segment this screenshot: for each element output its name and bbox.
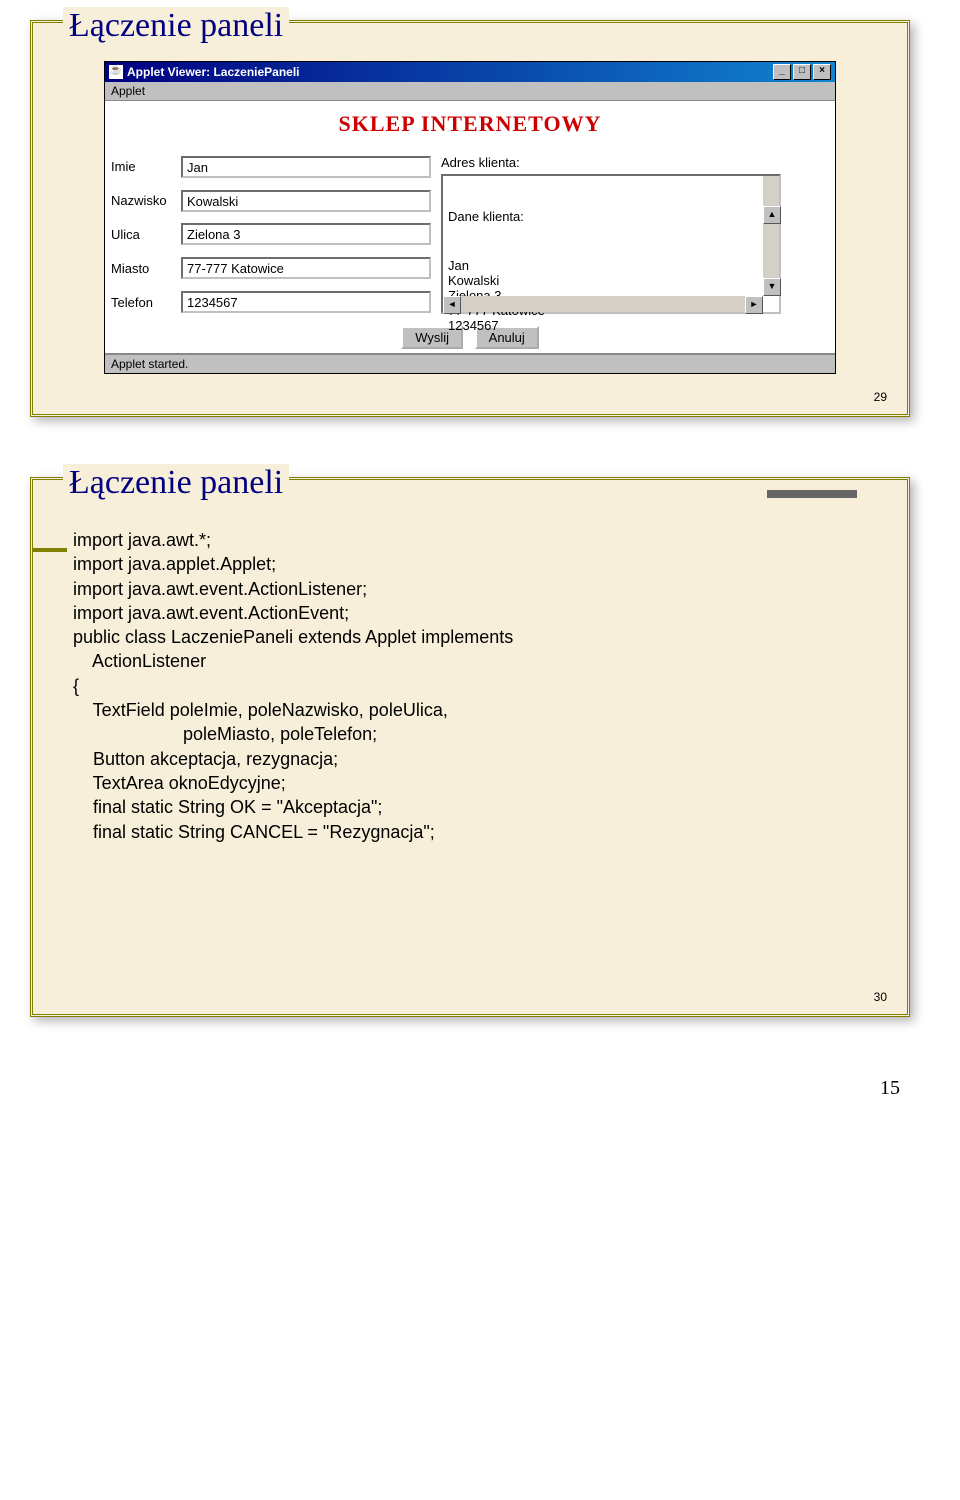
label-imie: Imie: [111, 159, 181, 174]
form-right: Adres klienta: Dane klienta: Jan Kowalsk…: [441, 155, 829, 314]
field-nazwisko[interactable]: Kowalski: [181, 190, 431, 212]
minimize-button[interactable]: _: [773, 64, 791, 80]
scroll-down-icon[interactable]: ▼: [763, 278, 781, 296]
code-block: import java.awt.*; import java.applet.Ap…: [73, 528, 877, 844]
field-imie[interactable]: Jan: [181, 156, 431, 178]
scroll-left-icon[interactable]: ◄: [443, 296, 461, 314]
close-button[interactable]: ×: [813, 64, 831, 80]
slide-2-title: Łączenie paneli: [63, 464, 289, 501]
field-ulica[interactable]: Zielona 3: [181, 223, 431, 245]
field-miasto[interactable]: 77-777 Katowice: [181, 257, 431, 279]
applet-viewer-window: ☕ Applet Viewer: LaczeniePaneli _ □ × Ap…: [104, 61, 836, 374]
label-telefon: Telefon: [111, 295, 181, 310]
scroll-up-icon[interactable]: ▲: [763, 206, 781, 224]
window-titlebar: ☕ Applet Viewer: LaczeniePaneli _ □ ×: [105, 62, 835, 82]
slide-1-title: Łączenie paneli: [63, 7, 289, 44]
maximize-button[interactable]: □: [793, 64, 811, 80]
shop-title: SKLEP INTERNETOWY: [111, 111, 829, 137]
menubar: Applet: [105, 82, 835, 101]
scrollbar-vertical[interactable]: ▲ ▼: [763, 176, 779, 296]
slide-2: Łączenie paneli import java.awt.*; impor…: [30, 477, 910, 1017]
window-title-text: Applet Viewer: LaczeniePaneli: [127, 65, 300, 79]
slide-1-number: 29: [874, 390, 887, 404]
slide-1: Łączenie paneli ☕ Applet Viewer: Laczeni…: [30, 20, 910, 417]
label-nazwisko: Nazwisko: [111, 193, 181, 208]
form-left: Imie Jan Nazwisko Kowalski Ulica Zielona…: [111, 155, 431, 314]
scrollbar-horizontal[interactable]: ◄ ►: [443, 296, 763, 312]
left-marker: [33, 548, 67, 552]
menu-applet[interactable]: Applet: [111, 84, 145, 98]
label-ulica: Ulica: [111, 227, 181, 242]
page-number: 15: [30, 1077, 930, 1100]
field-telefon[interactable]: 1234567: [181, 291, 431, 313]
scroll-right-icon[interactable]: ►: [745, 296, 763, 314]
dane-klienta-textarea[interactable]: Dane klienta: Jan Kowalski Zielona 3 77-…: [441, 174, 781, 314]
label-miasto: Miasto: [111, 261, 181, 276]
label-adres-klienta: Adres klienta:: [441, 155, 520, 170]
java-icon: ☕: [109, 65, 123, 79]
label-dane-klienta: Dane klienta:: [448, 209, 774, 224]
slide-2-number: 30: [874, 990, 887, 1004]
